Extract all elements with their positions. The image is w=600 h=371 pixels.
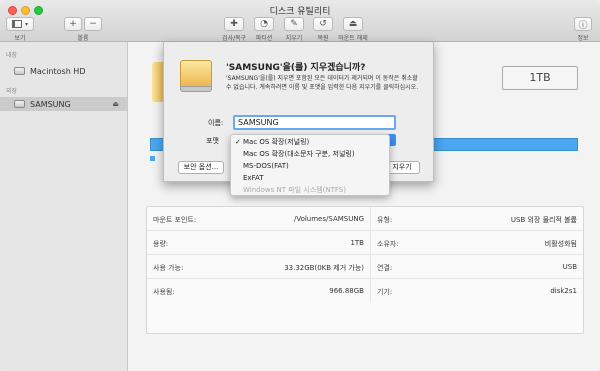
info-value: 1TB [350,239,364,247]
format-label: 포맷 [206,137,219,145]
info-button[interactable]: ⓘ [574,17,592,31]
info-label: 용량: [153,240,169,248]
view-label: 보기 [14,35,26,42]
erase-icon: ✎ [290,19,298,29]
format-option-mac-os-extended-case-sensitive[interactable]: Mac OS 확장(대소문자 구분, 저널링) [231,148,389,160]
first-aid-button[interactable]: ✚ [224,17,244,31]
restore-button[interactable]: ↺ [313,17,333,31]
info-panel: 마운트 포인트: /Volumes/SAMSUNG 용량: 1TB 사용 가능:… [146,206,584,334]
partition-icon: ◔ [260,19,268,29]
unmount-icon: ⏏ [348,19,358,29]
info-row: 기기: disk2s1 [371,279,583,303]
sidebar-item-samsung[interactable]: SAMSUNG ⏏ [0,97,127,111]
sidebar-item-label: Macintosh HD [30,66,86,76]
volume-label: 볼륨 [77,35,89,42]
view-button[interactable]: ▾ [6,17,34,31]
eject-icon[interactable]: ⏏ [112,100,119,108]
sheet-description: 'SAMSUNG'을(를) 지우면 포함된 모든 데이터가 제거되며 이 동작은… [226,75,419,91]
sidebar-item-macintosh-hd[interactable]: Macintosh HD [0,64,127,78]
format-menu: ✓ Mac OS 확장(저널링) Mac OS 확장(대소문자 구분, 저널링) … [230,134,390,196]
checkmark-icon: ✓ [235,138,241,146]
toolbar: 디스크 유틸리티 ▾ 보기 + − 볼륨 ✚ 검사/복구 ◔ 파티션 ✎ 지우기… [0,0,600,42]
info-label: 기기: [377,288,393,296]
info-row: 유형: USB 외장 물리적 볼륨 [371,207,583,231]
sidebar: 내장 Macintosh HD 외장 SAMSUNG ⏏ [0,42,128,371]
info-value: 33.32GB(0KB 제거 가능) [284,264,364,272]
partition-button[interactable]: ◔ [254,17,274,31]
sidebar-icon [11,20,22,28]
info-value: disk2s1 [550,287,577,295]
format-option-exfat[interactable]: ExFAT [231,172,389,184]
format-option-mac-os-extended-journaled[interactable]: ✓ Mac OS 확장(저널링) [231,136,389,148]
info-row: 마운트 포인트: /Volumes/SAMSUNG [147,207,371,231]
window-title: 디스크 유틸리티 [269,7,331,17]
usage-legend-dot [150,156,155,161]
format-option-ms-dos-fat[interactable]: MS-DOS(FAT) [231,160,389,172]
info-value: USB [562,263,577,271]
remove-volume-button[interactable]: − [84,17,102,31]
external-disk-icon [178,56,214,96]
info-row: 소유자: 비활성화됨 [371,231,583,255]
unmount-button[interactable]: ⏏ [343,17,363,31]
external-disk-icon [14,100,25,108]
info-label: 사용됨: [153,288,175,296]
info-label: 정보 [577,35,589,42]
erase-button[interactable]: ✎ [284,17,304,31]
security-options-button[interactable]: 보안 옵션... [178,161,224,174]
name-label: 이름: [208,119,224,127]
info-row: 연결: USB [371,255,583,279]
partition-label: 파티션 [255,35,273,42]
first-aid-icon: ✚ [230,19,238,29]
info-value: 비활성화됨 [544,240,577,248]
format-option-ntfs: Windows NT 파일 시스템(NTFS) [243,186,346,194]
info-label: 사용 가능: [153,264,184,272]
info-row: 용량: 1TB [147,231,371,255]
info-label: 연결: [377,264,393,272]
unmount-label: 마운트 해제 [338,35,368,42]
info-value: USB 외장 물리적 볼륨 [510,216,577,224]
add-volume-button[interactable]: + [64,17,82,31]
sheet-title: 'SAMSUNG'을(를) 지우겠습니까? [226,63,366,73]
info-label: 유형: [377,216,393,224]
name-input[interactable] [233,115,396,130]
info-icon: ⓘ [578,20,588,31]
info-label: 소유자: [377,240,399,248]
info-value: /Volumes/SAMSUNG [293,215,364,223]
sidebar-section-external: 외장 [6,88,18,95]
info-row: 사용됨: 966.88GB [147,279,371,303]
disk-utility-window: 디스크 유틸리티 ▾ 보기 + − 볼륨 ✚ 검사/복구 ◔ 파티션 ✎ 지우기… [0,0,600,371]
sidebar-item-label: SAMSUNG [30,99,71,109]
chevron-down-icon: ▾ [24,20,28,28]
info-value: 966.88GB [329,287,364,295]
info-row: 사용 가능: 33.32GB(0KB 제거 가능) [147,255,371,279]
capacity-display: 1TB [502,66,578,90]
sidebar-section-internal: 내장 [6,52,18,59]
restore-icon: ↺ [319,19,327,29]
erase-label: 지우기 [285,35,303,42]
info-label: 마운트 포인트: [153,216,197,224]
internal-disk-icon [14,67,25,75]
